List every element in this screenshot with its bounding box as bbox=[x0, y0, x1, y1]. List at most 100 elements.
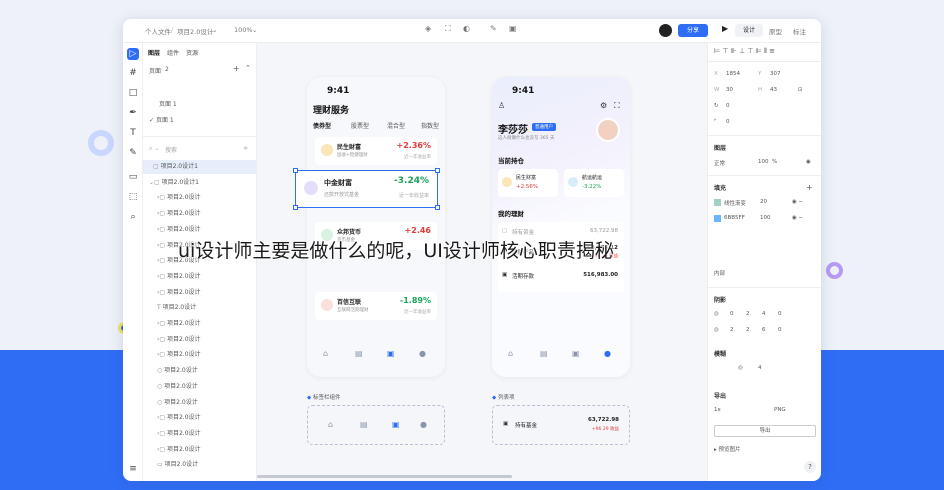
blur-value[interactable]: 4 bbox=[758, 365, 762, 371]
tab-annotate[interactable]: 标注 bbox=[793, 26, 806, 36]
layer-item[interactable]: ›▢ 项目2.0设计 bbox=[143, 286, 257, 300]
fund-card[interactable]: 民生财富 固收+稳健理财 +2.36% 近一年收益率 bbox=[315, 137, 437, 165]
radius-field[interactable]: 0 bbox=[726, 119, 730, 125]
fill-swatch[interactable] bbox=[714, 199, 721, 206]
add-fill-icon[interactable]: + bbox=[806, 183, 813, 192]
scan-icon[interactable]: ⛶ bbox=[614, 101, 620, 111]
zoom-level[interactable]: 100% bbox=[234, 26, 253, 34]
chevron-down-icon[interactable]: ⌄ bbox=[212, 26, 217, 34]
fund-tab[interactable]: 债券型 bbox=[313, 121, 331, 130]
align-left-icon[interactable]: ⊨ ⊤ ⊪ ⊥ ⊤ ⊫ ⫴ ≡ bbox=[714, 47, 775, 56]
layer-item[interactable]: ›▢ 项目2.0设计 bbox=[143, 270, 257, 284]
profile-icon[interactable]: ● bbox=[604, 349, 611, 358]
eye-icon[interactable]: ◉ − bbox=[792, 215, 803, 221]
frame-tool-icon[interactable]: # bbox=[127, 67, 139, 79]
holding-card[interactable]: 航运航运 -3.22% bbox=[564, 169, 624, 197]
home-icon[interactable]: ⌂ bbox=[508, 349, 513, 358]
layer-item[interactable]: ○ 项目2.0设计 bbox=[143, 380, 257, 394]
layer-item[interactable]: ○ 项目2.0设计 bbox=[143, 364, 257, 378]
x-field[interactable]: 1854 bbox=[726, 71, 740, 77]
resize-handle[interactable] bbox=[293, 205, 298, 210]
layer-item[interactable]: ›▢ 项目2.0设计 bbox=[143, 427, 257, 441]
home-icon[interactable]: ⌂ bbox=[323, 349, 328, 358]
user-icon[interactable]: ♙ bbox=[498, 101, 505, 110]
layer-item[interactable]: ›▢ 项目2.0设计 bbox=[143, 317, 257, 331]
layer-item[interactable]: ›▢ 项目2.0设计 bbox=[143, 411, 257, 425]
add-page-icon[interactable]: + bbox=[233, 64, 240, 73]
stroke-position[interactable]: 内部 bbox=[714, 269, 725, 277]
settings-icon[interactable]: ⚙ bbox=[600, 101, 607, 110]
export-format[interactable]: PNG bbox=[774, 407, 786, 413]
rotation-field[interactable]: 0 bbox=[726, 103, 730, 109]
pointer-icon[interactable]: ▷ bbox=[127, 48, 139, 60]
fund-tab[interactable]: 股票型 bbox=[351, 121, 369, 130]
shadow-y[interactable]: 2 bbox=[746, 311, 750, 317]
page-item-active[interactable]: ✓ 页面 1 bbox=[143, 114, 257, 128]
rectangle-tool-icon[interactable]: □ bbox=[127, 87, 139, 99]
shadow-spread[interactable]: 0 bbox=[778, 311, 782, 317]
tab-design[interactable]: 设计 bbox=[735, 24, 763, 37]
play-icon[interactable]: ▶ bbox=[722, 24, 728, 33]
breadcrumb-personal[interactable]: 个人文件 bbox=[145, 26, 171, 36]
shadow-x[interactable]: 2 bbox=[730, 327, 734, 333]
avatar[interactable] bbox=[659, 24, 672, 37]
tab-prototype[interactable]: 原型 bbox=[769, 26, 782, 36]
phone-frame-1[interactable]: 9:41 理财服务 债券型 股票型 混合型 指数型 民生财富 固收+稳健理财 +… bbox=[307, 77, 445, 377]
profile-icon[interactable]: ● bbox=[419, 349, 426, 358]
market-icon[interactable]: ▤ bbox=[355, 349, 363, 358]
export-scale[interactable]: 1x bbox=[714, 407, 721, 413]
chevron-down-icon[interactable]: ⌄ bbox=[252, 26, 257, 34]
brush-tool-icon[interactable]: ✎ bbox=[127, 147, 139, 159]
listitem-component[interactable]: ▣ 持有基金 63,722.98 +96.29 收益 bbox=[492, 405, 630, 445]
help-button[interactable]: ? bbox=[804, 461, 816, 473]
phone-frame-2[interactable]: 9:41 ♙ ⚙ ⛶ 李莎莎 普通用户 这人很懒什么也没写 365 天 当前持仓… bbox=[492, 77, 630, 377]
preview-toggle[interactable]: ▸ 预览图片 bbox=[714, 445, 741, 453]
collapse-icon[interactable]: ⌃ bbox=[245, 64, 251, 72]
eye-icon[interactable]: ◉ − bbox=[792, 199, 803, 205]
layer-item[interactable]: ›▢ 项目2.0设计 bbox=[143, 348, 257, 362]
layer-item[interactable]: ▭ 项目2.0设计 bbox=[143, 458, 257, 472]
sort-icon[interactable]: ≑ bbox=[243, 145, 248, 152]
layer-item[interactable]: ○ 项目2.0设计 bbox=[143, 396, 257, 410]
fill-opacity[interactable]: 100 bbox=[760, 215, 771, 221]
layer-item[interactable]: ▢ 项目2.0设计1 bbox=[143, 160, 257, 174]
page-item[interactable]: 页面 1 bbox=[143, 98, 257, 112]
resize-handle[interactable] bbox=[435, 168, 440, 173]
fund-tab[interactable]: 混合型 bbox=[387, 121, 405, 130]
resize-handle[interactable] bbox=[293, 168, 298, 173]
component-icon[interactable]: ◈ bbox=[425, 24, 431, 33]
tab-layers[interactable]: 图层 bbox=[148, 48, 160, 57]
pen-tool-icon[interactable]: ✒ bbox=[127, 107, 139, 119]
layer-item[interactable]: ⌄▢ 项目2.0设计1 bbox=[143, 176, 257, 190]
menu-icon[interactable]: ≡ bbox=[127, 463, 139, 475]
selected-fund-card[interactable]: 中金财富 还款开放式基金 -3.24% 近一年收益率 bbox=[293, 168, 440, 210]
eye-icon[interactable]: ◉ bbox=[806, 159, 811, 165]
comment-icon[interactable]: ▭ bbox=[127, 171, 139, 183]
shadow-blur[interactable]: 6 bbox=[762, 327, 766, 333]
tabbar-component[interactable]: ⌂ ▤ ▣ ● bbox=[307, 405, 445, 445]
layer-item[interactable]: ›▢ 项目2.0设计 bbox=[143, 191, 257, 205]
layer-item[interactable]: ›▢ 项目2.0设计 bbox=[143, 333, 257, 347]
theme-icon[interactable]: ◐ bbox=[463, 24, 470, 33]
wallet-icon[interactable]: ▣ bbox=[572, 349, 580, 358]
shadow-y[interactable]: 2 bbox=[746, 327, 750, 333]
shadow-x[interactable]: 0 bbox=[730, 311, 734, 317]
frame-icon[interactable]: ⛶ bbox=[445, 24, 451, 34]
shadow-blur[interactable]: 4 bbox=[762, 311, 766, 317]
grid-icon[interactable]: ▣ bbox=[509, 24, 517, 33]
plugin-icon[interactable]: ⬚ bbox=[127, 191, 139, 203]
list-item-name[interactable]: 活期存款 bbox=[512, 272, 534, 280]
tab-assets[interactable]: 资源 bbox=[186, 48, 198, 57]
share-button[interactable]: 分享 bbox=[678, 24, 708, 37]
text-tool-icon[interactable]: T bbox=[127, 127, 139, 139]
layer-item[interactable]: ›▢ 项目2.0设计 bbox=[143, 443, 257, 457]
w-field[interactable]: 30 bbox=[726, 87, 733, 93]
fund-card[interactable]: 百信互联 互联网活期理财 -1.89% 近一年收益率 bbox=[315, 292, 437, 320]
tab-components[interactable]: 组件 bbox=[167, 48, 179, 57]
export-button[interactable]: 导出 bbox=[714, 425, 816, 437]
fill-opacity[interactable]: 20 bbox=[760, 199, 767, 205]
shadow-spread[interactable]: 0 bbox=[778, 327, 782, 333]
h-field[interactable]: 43 bbox=[770, 87, 777, 93]
wallet-icon[interactable]: ▣ bbox=[387, 349, 395, 358]
market-icon[interactable]: ▤ bbox=[540, 349, 548, 358]
